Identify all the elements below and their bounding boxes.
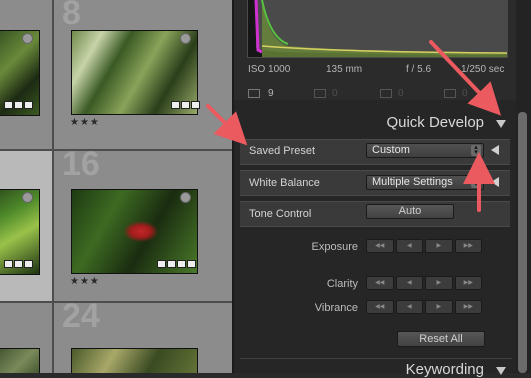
graduated-filter-tool-icon[interactable] [444,89,456,98]
tool-count: 0 [462,88,468,99]
flag-dot-icon[interactable] [180,33,191,44]
thumbnail-badges [4,101,33,109]
tone-control-label: Tone Control [249,208,312,220]
reset-all-button[interactable]: Reset All [397,331,485,347]
crop-badge-icon [181,101,190,109]
expand-left-triangle-icon[interactable] [491,145,499,155]
crop-badge-icon [177,260,186,268]
flag-dot-icon[interactable] [180,192,191,203]
focal-length-value: 135 mm [326,64,363,75]
grid-cell-left-2[interactable] [0,151,52,301]
grid-cell-left-3[interactable] [0,303,52,373]
decrease-icon[interactable]: ◀ [395,300,423,314]
collection-badge-icon [167,260,176,268]
spot-removal-tool-icon[interactable] [314,89,326,98]
section-title: Keywording [405,361,484,378]
clarity-label: Clarity [326,278,358,290]
tool-count: 0 [332,88,338,99]
collection-badge-icon [4,260,13,268]
develop-badge-icon [24,101,33,109]
histogram-graph [254,0,507,57]
scrollbar-thumb[interactable] [518,112,527,373]
spinner-icon: ▴ ▾ [471,176,481,188]
keywording-header[interactable]: Keywording [240,358,512,378]
decrease-icon[interactable]: ◀ [395,276,423,290]
saved-preset-value: Custom [372,144,410,156]
grid-cell-24[interactable]: 24 [54,297,232,373]
white-balance-value: Multiple Settings [372,176,453,188]
flag-dot-icon[interactable] [22,192,33,203]
increase-large-icon[interactable]: ▶▶ [454,276,482,290]
white-balance-select[interactable]: Multiple Settings ▴ ▾ [366,175,484,190]
increase-large-icon[interactable]: ▶▶ [454,239,482,253]
exposure-label: Exposure [311,241,358,253]
star-rating[interactable]: ★★★ [70,117,100,128]
develop-badge-icon [191,101,200,109]
increase-icon[interactable]: ▶ [425,276,453,290]
collapse-triangle-icon[interactable] [496,120,506,128]
vibrance-stepper[interactable]: ◀◀ ◀ ▶ ▶▶ [366,300,482,314]
cell-number: 16 [62,145,100,183]
histogram[interactable] [247,0,508,58]
collection-badge-icon [4,101,13,109]
quick-develop-header[interactable]: Quick Develop [240,110,512,134]
grid-cell-8[interactable]: 8 ★★★ [54,0,232,149]
expand-left-triangle-icon[interactable] [491,177,499,187]
increase-icon[interactable]: ▶ [425,300,453,314]
thumbnail-image[interactable] [71,348,198,373]
grid-cell-16[interactable]: 16 ★★★ [54,145,232,301]
spinner-icon: ▴ ▾ [471,144,481,156]
auto-tone-button[interactable]: Auto [366,204,454,219]
crop-tool-icon[interactable] [248,89,260,98]
decrease-large-icon[interactable]: ◀◀ [366,300,394,314]
collection-badge-icon [171,101,180,109]
aperture-value: f / 5.6 [406,64,432,75]
iso-value: ISO 1000 [248,64,291,75]
flag-dot-icon[interactable] [22,33,33,44]
tool-count: 9 [268,88,274,99]
thumbnail-badges [4,260,33,268]
develop-badge-icon [187,260,196,268]
crop-badge-icon [14,101,23,109]
cell-number: 24 [62,297,100,335]
decrease-large-icon[interactable]: ◀◀ [366,276,394,290]
thumbnail-badges [157,260,196,268]
saved-preset-select[interactable]: Custom ▴ ▾ [366,143,484,158]
grid-cell-left-1[interactable] [0,0,52,149]
exposure-stepper[interactable]: ◀◀ ◀ ▶ ▶▶ [366,239,482,253]
virtual-copy-badge-icon [157,260,166,268]
thumbnail-badges [171,101,200,109]
tool-strip: 9 0 0 0 [248,88,508,100]
thumbnail-image[interactable] [0,348,40,373]
section-title: Quick Develop [386,114,484,131]
increase-icon[interactable]: ▶ [425,239,453,253]
white-balance-label: White Balance [249,177,320,189]
clarity-stepper[interactable]: ◀◀ ◀ ▶ ▶▶ [366,276,482,290]
filmstrip-grid: 8 ★★★ 16 ★★★ 24 [0,0,232,373]
increase-large-icon[interactable]: ▶▶ [454,300,482,314]
decrease-icon[interactable]: ◀ [395,239,423,253]
collapse-triangle-icon[interactable] [496,367,506,375]
decrease-large-icon[interactable]: ◀◀ [366,239,394,253]
shutter-value: 1/250 sec [461,64,505,75]
cell-number: 8 [62,0,81,32]
develop-badge-icon [24,260,33,268]
saved-preset-label: Saved Preset [249,145,316,157]
vibrance-label: Vibrance [314,302,358,314]
crop-badge-icon [14,260,23,268]
star-rating[interactable]: ★★★ [70,276,100,287]
red-eye-tool-icon[interactable] [380,89,392,98]
tool-count: 0 [398,88,404,99]
